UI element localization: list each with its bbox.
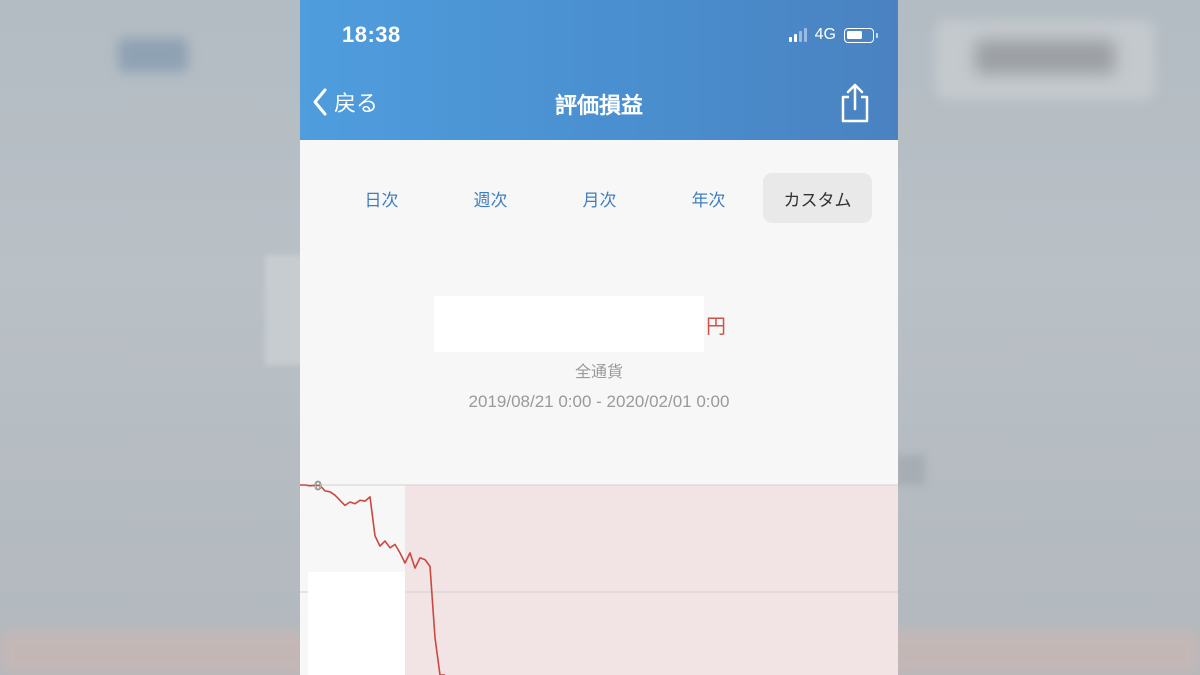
currency-label: 全通貨 — [574, 362, 623, 381]
zero-tick-label: 0 — [314, 478, 321, 493]
blurred-tab-label — [975, 40, 1115, 74]
battery-icon — [844, 27, 878, 43]
signal-icon — [788, 28, 807, 42]
tab-custom[interactable]: カスタム — [763, 173, 872, 223]
tab-weekly[interactable]: 週次 — [436, 173, 545, 223]
redacted-axis-labels — [308, 572, 405, 675]
blurred-mask — [895, 455, 925, 485]
pnl-amount: 円 — [434, 296, 726, 352]
status-indicators: 4G — [788, 26, 878, 44]
blurred-back-label — [118, 38, 188, 72]
share-button[interactable] — [838, 82, 872, 128]
app-header: 18:38 4G 戻る 評価損益 — [300, 0, 898, 140]
amount-unit: 円 — [706, 313, 726, 338]
page-title: 評価損益 — [554, 94, 643, 119]
share-icon — [841, 83, 869, 123]
period-range: 2019/08/21 0:00 - 2020/02/01 0:00 — [468, 392, 730, 411]
period-tabs: 日次 週次 月次 年次 カスタム — [327, 173, 872, 223]
tab-daily[interactable]: 日次 — [327, 173, 436, 223]
redacted-amount — [434, 296, 704, 352]
screenshot-stage: 18:38 4G 戻る 評価損益 日次 週次 月次 年次 カスタム 円 全通貨 … — [0, 0, 1200, 675]
tab-yearly[interactable]: 年次 — [654, 173, 763, 223]
network-label: 4G — [814, 26, 836, 43]
blurred-mask — [265, 255, 305, 365]
phone-screen: 18:38 4G 戻る 評価損益 日次 週次 月次 年次 カスタム 円 全通貨 … — [300, 0, 898, 675]
loss-area — [405, 485, 898, 675]
status-time: 18:38 — [342, 22, 401, 47]
tab-monthly[interactable]: 月次 — [545, 173, 654, 223]
